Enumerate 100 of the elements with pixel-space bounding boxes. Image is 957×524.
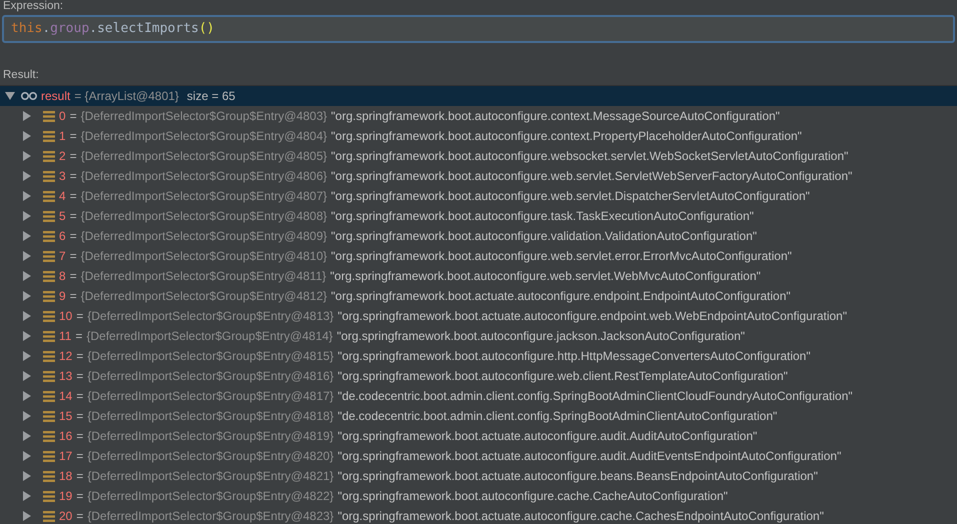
element-type: {DeferredImportSelector$Group$Entry@4809} <box>80 229 328 243</box>
element-value: "org.springframework.boot.autoconfigure.websocket.servlet.WebSocketServletAutoConfiguration" <box>331 149 848 163</box>
expand-arrow-icon[interactable] <box>23 251 31 261</box>
equals-sign: = <box>70 149 77 163</box>
tree-row[interactable]: 0 = {DeferredImportSelector$Group$Entry@4803} "org.springframework.boot.autoconfigure.context.MessageSourceAutoConfiguration" <box>0 106 957 126</box>
equals-sign: = <box>70 209 77 223</box>
expand-arrow-icon[interactable] <box>23 111 31 121</box>
field-icon <box>43 410 55 422</box>
tree-row[interactable]: 9 = {DeferredImportSelector$Group$Entry@4812} "org.springframework.boot.actuate.autoconfigure.endpoint.EndpointAutoConfiguration" <box>0 286 957 306</box>
expand-arrow-icon[interactable] <box>23 471 31 481</box>
element-index: 17 <box>59 449 72 463</box>
element-value: "org.springframework.boot.autoconfigure.web.servlet.error.ErrorMvcAutoConfiguration" <box>331 249 792 263</box>
field-icon <box>43 230 55 242</box>
expand-arrow-icon[interactable] <box>23 211 31 221</box>
field-icon <box>43 450 55 462</box>
expand-arrow-icon[interactable] <box>23 151 31 161</box>
expand-arrow-icon[interactable] <box>23 411 31 421</box>
result-label: Result: <box>2 68 40 83</box>
equals-sign: = <box>76 369 84 383</box>
expand-arrow-icon[interactable] <box>23 391 31 401</box>
element-type: {DeferredImportSelector$Group$Entry@4815} <box>87 349 334 363</box>
expand-arrow-icon[interactable] <box>23 451 31 461</box>
expand-arrow-icon[interactable] <box>23 351 31 361</box>
expand-arrow-icon[interactable] <box>23 431 31 441</box>
field-icon <box>43 430 55 442</box>
variable-name: result <box>41 89 70 103</box>
expression-field[interactable]: this.group.selectImports() <box>2 15 955 43</box>
glasses-icon <box>21 91 37 101</box>
element-value: "org.springframework.boot.actuate.autoconfigure.endpoint.EndpointAutoConfiguration" <box>331 289 791 303</box>
field-icon <box>43 490 55 502</box>
field-icon <box>43 250 55 262</box>
tree-row[interactable]: 2 = {DeferredImportSelector$Group$Entry@4805} "org.springframework.boot.autoconfigure.websocket.servlet.WebSocketServletAutoConfiguration" <box>0 146 957 166</box>
equals-sign: = <box>76 409 84 423</box>
expand-arrow-icon[interactable] <box>23 131 31 141</box>
element-index: 19 <box>59 489 72 503</box>
tree-row[interactable]: 14 = {DeferredImportSelector$Group$Entry@4817} "de.codecentric.boot.admin.client.config.SpringBootAdminClientCloudFoundryAutoConfiguration" <box>0 386 957 406</box>
tree-row[interactable]: result = {ArrayList@4801} size = 65 <box>0 86 957 106</box>
expand-arrow-icon[interactable] <box>23 331 31 341</box>
tree-row[interactable]: 5 = {DeferredImportSelector$Group$Entry@4808} "org.springframework.boot.autoconfigure.task.TaskExecutionAutoConfiguration" <box>0 206 957 226</box>
expand-arrow-icon[interactable] <box>23 311 31 321</box>
expand-arrow-icon[interactable] <box>23 271 31 281</box>
expand-arrow-icon[interactable] <box>5 92 15 100</box>
element-type: {DeferredImportSelector$Group$Entry@4816} <box>87 369 334 383</box>
expand-arrow-icon[interactable] <box>23 191 31 201</box>
tree-row[interactable]: 8 = {DeferredImportSelector$Group$Entry@4811} "org.springframework.boot.autoconfigure.web.servlet.WebMvcAutoConfiguration" <box>0 266 957 286</box>
tree-row[interactable]: 6 = {DeferredImportSelector$Group$Entry@4809} "org.springframework.boot.autoconfigure.validation.ValidationAutoConfiguration" <box>0 226 957 246</box>
element-value: "org.springframework.boot.actuate.autoconfigure.endpoint.web.WebEndpointAutoConfiguration" <box>338 309 847 323</box>
equals-sign: = <box>76 429 84 443</box>
element-type: {DeferredImportSelector$Group$Entry@4804} <box>80 129 328 143</box>
element-type: {DeferredImportSelector$Group$Entry@4819} <box>87 429 334 443</box>
element-value: "org.springframework.boot.autoconfigure.web.servlet.WebMvcAutoConfiguration" <box>330 269 761 283</box>
element-type: {DeferredImportSelector$Group$Entry@4813} <box>87 309 334 323</box>
element-index: 1 <box>59 129 66 143</box>
element-index: 10 <box>59 309 72 323</box>
expand-arrow-icon[interactable] <box>23 511 31 521</box>
tree-row[interactable]: 18 = {DeferredImportSelector$Group$Entry@4821} "org.springframework.boot.actuate.autoconfigure.beans.BeansEndpointAutoConfiguration" <box>0 466 957 486</box>
tree-row[interactable]: 1 = {DeferredImportSelector$Group$Entry@4804} "org.springframework.boot.autoconfigure.context.PropertyPlaceholderAutoConfiguration" <box>0 126 957 146</box>
element-index: 15 <box>59 409 72 423</box>
element-type: {DeferredImportSelector$Group$Entry@4812} <box>80 289 328 303</box>
expression-label: Expression: <box>2 0 64 13</box>
tree-row[interactable]: 4 = {DeferredImportSelector$Group$Entry@4807} "org.springframework.boot.autoconfigure.web.servlet.DispatcherServletAutoConfiguration" <box>0 186 957 206</box>
element-type: {DeferredImportSelector$Group$Entry@4820} <box>87 449 334 463</box>
expand-arrow-icon[interactable] <box>23 491 31 501</box>
expand-arrow-icon[interactable] <box>23 231 31 241</box>
tree-row[interactable]: 20 = {DeferredImportSelector$Group$Entry@4823} "org.springframework.boot.actuate.autoconfigure.cache.CachesEndpointAutoConfiguration" <box>0 506 957 524</box>
equals-sign: = <box>75 329 82 343</box>
element-index: 13 <box>59 369 72 383</box>
element-index: 14 <box>59 389 72 403</box>
equals-sign: = <box>76 389 84 403</box>
field-icon <box>43 370 55 382</box>
equals-sign: = <box>70 109 77 123</box>
element-value: "org.springframework.boot.autoconfigure.http.HttpMessageConvertersAutoConfiguration" <box>338 349 810 363</box>
element-index: 18 <box>59 469 72 483</box>
tree-row[interactable]: 3 = {DeferredImportSelector$Group$Entry@4806} "org.springframework.boot.autoconfigure.web.servlet.ServletWebServerFactoryAutoConfiguration" <box>0 166 957 186</box>
tree-row[interactable]: 19 = {DeferredImportSelector$Group$Entry@4822} "org.springframework.boot.autoconfigure.cache.CacheAutoConfiguration" <box>0 486 957 506</box>
tree-row[interactable]: 7 = {DeferredImportSelector$Group$Entry@4810} "org.springframework.boot.autoconfigure.web.servlet.error.ErrorMvcAutoConfiguration" <box>0 246 957 266</box>
variable-size: size = 65 <box>186 89 236 103</box>
element-type: {DeferredImportSelector$Group$Entry@4823} <box>87 509 334 523</box>
tree-row[interactable]: 13 = {DeferredImportSelector$Group$Entry@4816} "org.springframework.boot.autoconfigure.web.client.RestTemplateAutoConfiguration" <box>0 366 957 386</box>
tree-row[interactable]: 15 = {DeferredImportSelector$Group$Entry@4818} "de.codecentric.boot.admin.client.config.SpringBootAdminClientAutoConfiguration" <box>0 406 957 426</box>
tree-row[interactable]: 17 = {DeferredImportSelector$Group$Entry@4820} "org.springframework.boot.actuate.autoconfigure.audit.AuditEventsEndpointAutoConfiguration" <box>0 446 957 466</box>
field-icon <box>43 150 55 162</box>
element-index: 16 <box>59 429 72 443</box>
field-icon <box>43 170 55 182</box>
element-value: "org.springframework.boot.autoconfigure.context.PropertyPlaceholderAutoConfiguration" <box>331 129 802 143</box>
element-type: {DeferredImportSelector$Group$Entry@4805} <box>80 149 328 163</box>
element-value: "org.springframework.boot.actuate.autoconfigure.cache.CachesEndpointAutoConfiguration" <box>338 509 824 523</box>
element-index: 12 <box>59 349 72 363</box>
element-index: 4 <box>59 189 66 203</box>
element-value: "org.springframework.boot.autoconfigure.validation.ValidationAutoConfiguration" <box>331 229 757 243</box>
tree-row[interactable]: 10 = {DeferredImportSelector$Group$Entry@4813} "org.springframework.boot.actuate.autoconfigure.endpoint.web.WebEndpointAutoConfiguration" <box>0 306 957 326</box>
equals-sign: = <box>70 269 77 283</box>
tree-row[interactable]: 16 = {DeferredImportSelector$Group$Entry@4819} "org.springframework.boot.actuate.autoconfigure.audit.AuditAutoConfiguration" <box>0 426 957 446</box>
expand-arrow-icon[interactable] <box>23 291 31 301</box>
expand-arrow-icon[interactable] <box>23 371 31 381</box>
tree-row[interactable]: 12 = {DeferredImportSelector$Group$Entry@4815} "org.springframework.boot.autoconfigure.http.HttpMessageConvertersAutoConfiguration" <box>0 346 957 366</box>
element-type: {DeferredImportSelector$Group$Entry@4818} <box>87 409 334 423</box>
field-icon <box>43 210 55 222</box>
tree-row[interactable]: 11 = {DeferredImportSelector$Group$Entry@4814} "org.springframework.boot.autoconfigure.jackson.JacksonAutoConfiguration" <box>0 326 957 346</box>
expand-arrow-icon[interactable] <box>23 171 31 181</box>
